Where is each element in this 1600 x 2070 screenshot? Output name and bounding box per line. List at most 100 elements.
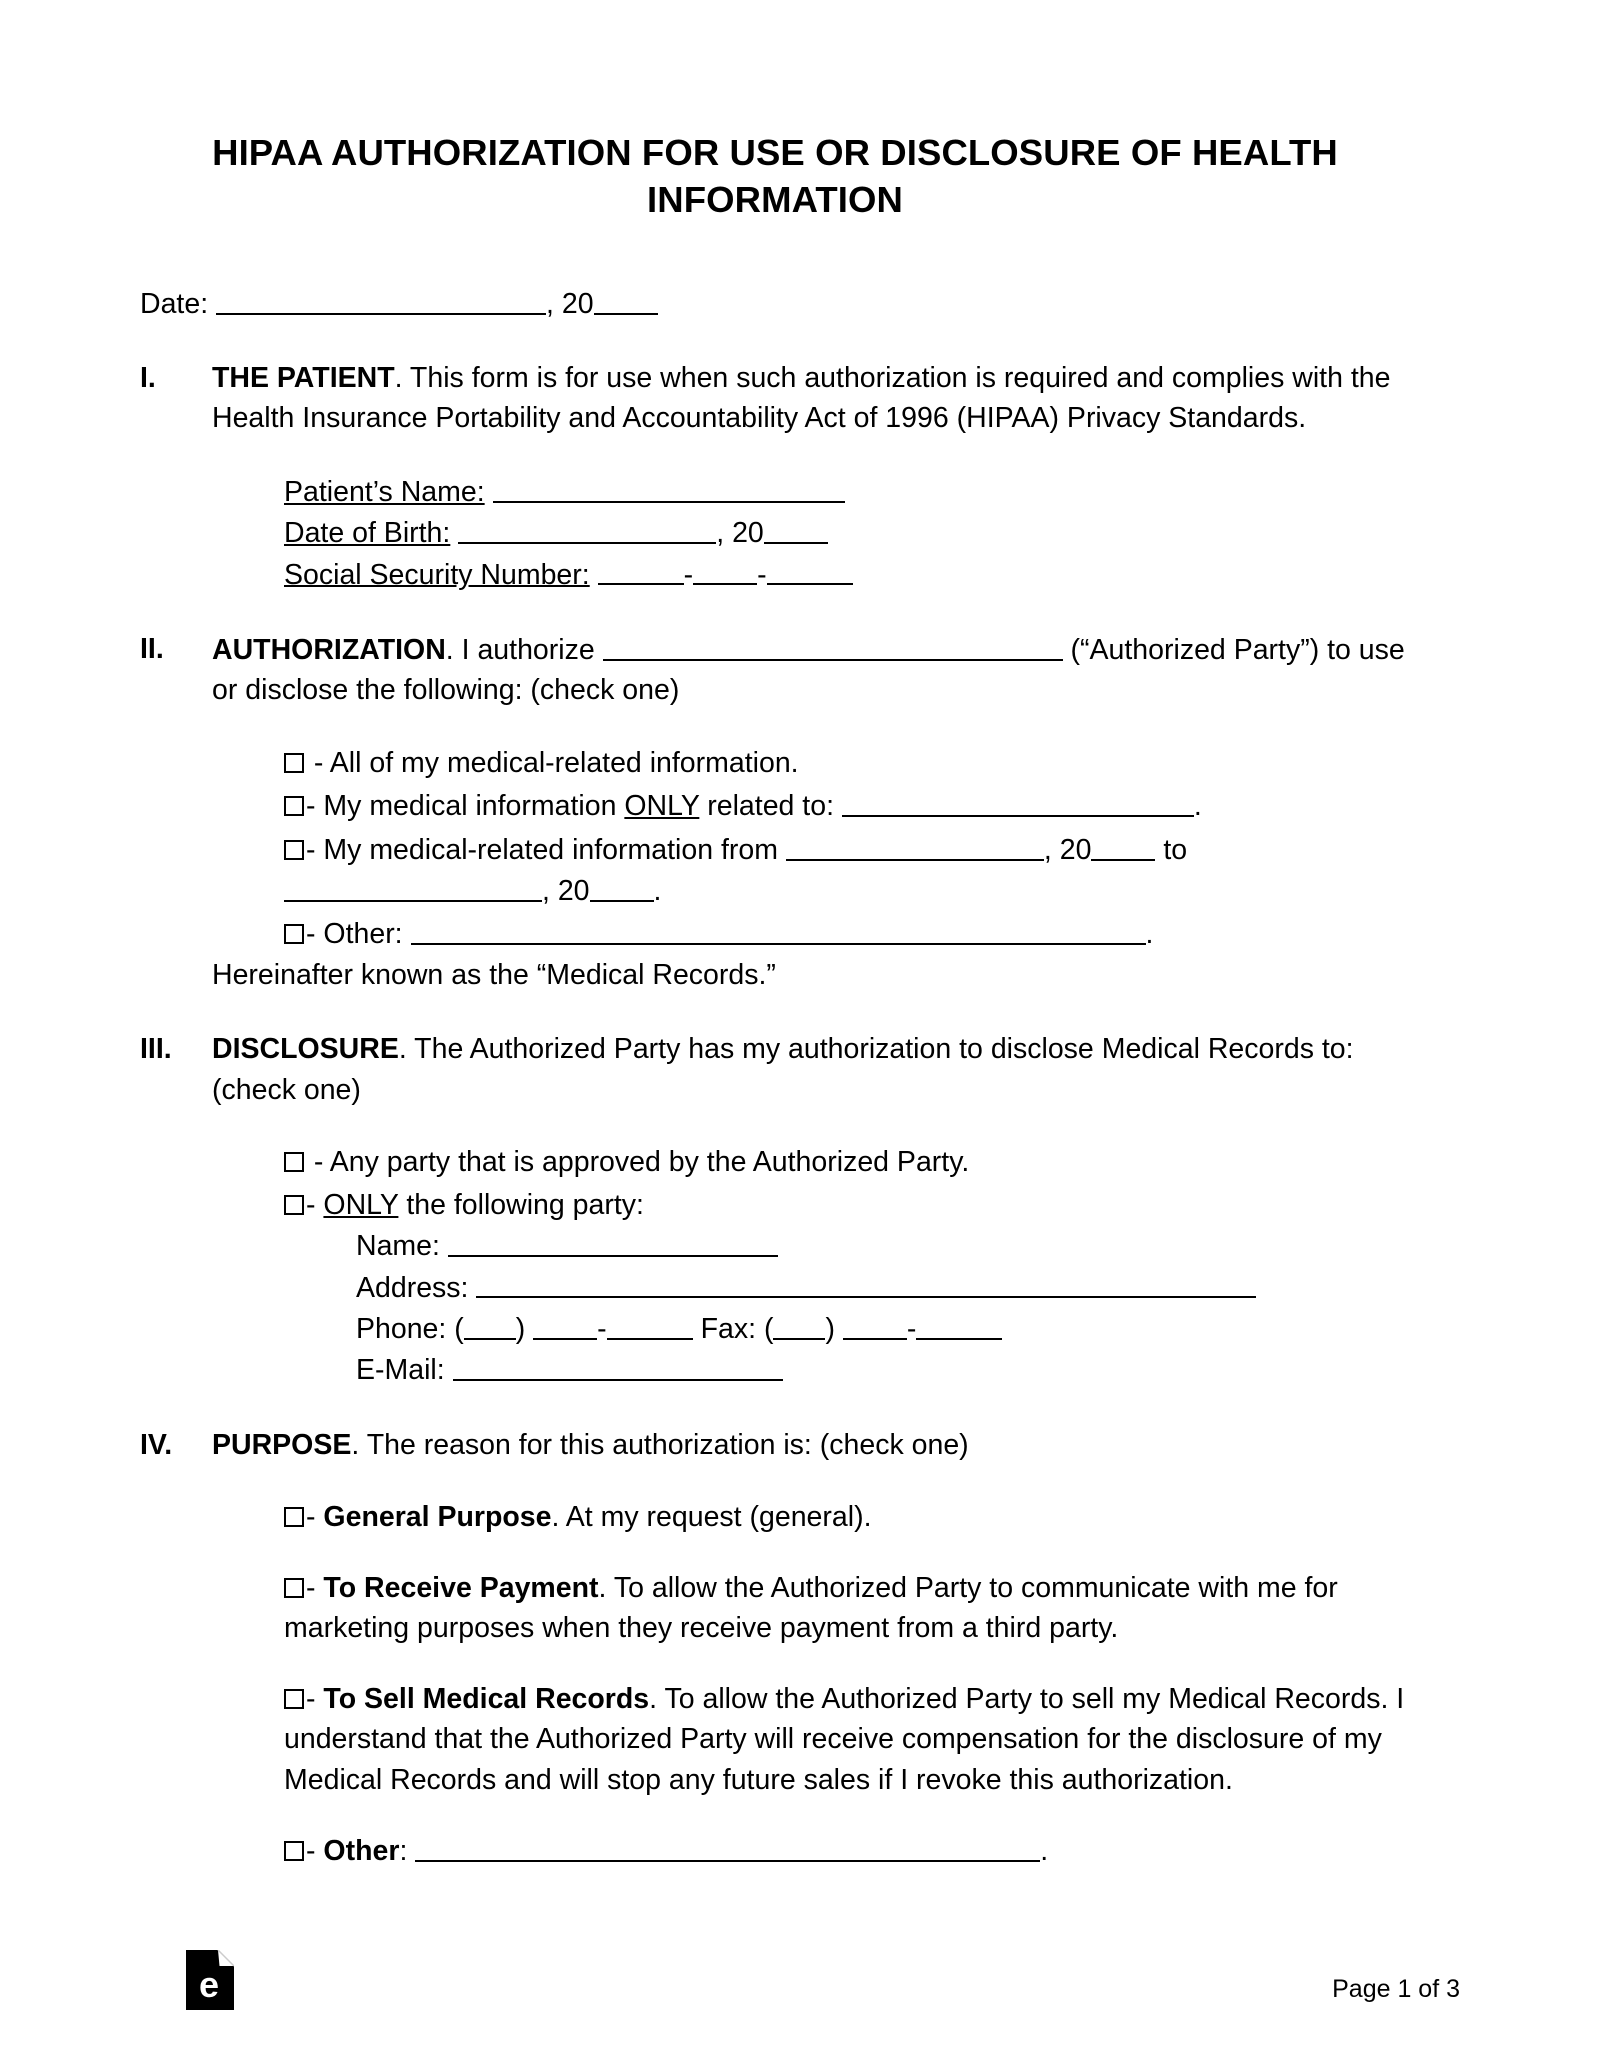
option-to-receive-payment[interactable]: - To Receive Payment. To allow the Autho… (284, 1568, 1410, 1649)
party-phone-prefix-input[interactable] (533, 1308, 598, 1340)
document-content: HIPAA AUTHORIZATION FOR USE OR DISCLOSUR… (140, 130, 1410, 1871)
option-purpose-other-colon: : (399, 1834, 416, 1867)
party-fax-area-input[interactable] (773, 1308, 826, 1340)
checkbox-icon[interactable] (284, 1194, 304, 1215)
page-number: Page 1 of 3 (1332, 1975, 1460, 2003)
date-line: Date: , 20 (140, 283, 1410, 323)
option-any-approved-party-label: - Any party that is approved by the Auth… (313, 1146, 970, 1179)
option-range-end: . (653, 874, 662, 907)
option-general-dash: - (306, 1501, 324, 1534)
option-to-sell-medical-records[interactable]: - To Sell Medical Records. To allow the … (284, 1679, 1410, 1800)
authorized-party-input[interactable] (602, 629, 1063, 661)
date-of-birth-row: Date of Birth: , 20 (284, 512, 1410, 553)
party-fax-prefix-input[interactable] (842, 1308, 907, 1340)
dob-year-input[interactable] (763, 512, 828, 545)
dob-year-prefix: , 20 (716, 517, 764, 550)
party-name-label: Name: (356, 1230, 440, 1263)
party-address-label: Address: (356, 1271, 469, 1304)
option-medical-info-only[interactable]: - My medical information ONLY related to… (284, 785, 1410, 826)
disclosure-party-fields: Name: Address: Phone: () - Fax: () - E-M… (356, 1225, 1410, 1391)
ssn-part-3-input[interactable] (766, 554, 853, 586)
party-fax-sep: - (906, 1312, 917, 1345)
option-only-end: . (1193, 790, 1202, 823)
option-purpose-other[interactable]: - Other: . (284, 1830, 1410, 1871)
checkbox-icon[interactable] (284, 752, 304, 773)
party-phone-sep: - (597, 1312, 607, 1345)
ssn-label: Social Security Number: (284, 558, 590, 591)
checkbox-icon[interactable] (284, 1840, 304, 1861)
party-address-row: Address: (356, 1267, 1410, 1308)
option-all-medical-info-label: - All of my medical-related information. (313, 746, 799, 779)
party-phone-area-input[interactable] (463, 1308, 516, 1340)
section-authorization: II. AUTHORIZATION. I authorize (“Authori… (140, 629, 1410, 995)
range-from-year-input[interactable] (1091, 829, 1156, 861)
section-body-i: THE PATIENT. This form is for use when s… (212, 358, 1410, 595)
checkbox-icon[interactable] (284, 1507, 304, 1528)
party-address-input[interactable] (476, 1267, 1257, 1299)
party-name-input[interactable] (447, 1225, 778, 1258)
date-year-blank[interactable] (593, 283, 658, 316)
option-general-purpose-label: General Purpose (323, 1501, 552, 1534)
section-body-iv: PURPOSE. The reason for this authorizati… (212, 1425, 1410, 1872)
date-of-birth-label: Date of Birth: (284, 517, 451, 550)
option-any-approved-party[interactable]: - Any party that is approved by the Auth… (284, 1142, 1410, 1182)
section-purpose: IV. PURPOSE. The reason for this authori… (140, 1425, 1410, 1872)
party-email-input[interactable] (452, 1349, 783, 1382)
ssn-separator-1: - (683, 558, 694, 591)
section-numeral-iv: IV. (140, 1428, 173, 1461)
ssn-row: Social Security Number: - - (284, 554, 1410, 595)
section-disclosure: III. DISCLOSURE. The Authorized Party ha… (140, 1029, 1410, 1390)
party-phone-label: Phone: ( (356, 1312, 464, 1345)
option-medical-info-date-range[interactable]: - My medical-related information from , … (284, 829, 1410, 912)
option-only-party-pre: - (306, 1188, 324, 1221)
option-other-authorization[interactable]: - Other: . (284, 913, 1410, 954)
option-purpose-other-end: . (1040, 1834, 1049, 1867)
option-only-following-party[interactable]: - ONLY the following party: (284, 1185, 1410, 1225)
option-general-purpose[interactable]: - General Purpose. At my request (genera… (284, 1497, 1410, 1537)
party-fax-close: ) (825, 1312, 843, 1345)
option-only-related-input[interactable] (841, 785, 1194, 818)
eforms-logo-icon: e (186, 1949, 235, 2010)
checkbox-icon[interactable] (284, 1152, 304, 1173)
ssn-part-2-input[interactable] (693, 554, 758, 586)
option-purpose-other-input[interactable] (415, 1830, 1041, 1862)
option-all-medical-info[interactable]: - All of my medical-related information. (284, 743, 1410, 783)
hereinafter-statement: Hereinafter known as the “Medical Record… (212, 958, 776, 991)
option-other-input[interactable] (410, 913, 1146, 946)
party-name-row: Name: (356, 1225, 1410, 1266)
section-the-patient: I. THE PATIENT. This form is for use whe… (140, 358, 1410, 595)
page-title: HIPAA AUTHORIZATION FOR USE OR DISCLOSUR… (212, 132, 1338, 220)
option-other-end: . (1145, 918, 1154, 951)
patient-name-row: Patient’s Name: (284, 471, 1410, 512)
party-phone-line-input[interactable] (606, 1308, 693, 1340)
checkbox-icon[interactable] (284, 796, 304, 817)
option-range-to: to (1155, 833, 1188, 866)
party-phone-close: ) (515, 1312, 534, 1345)
authorization-options: - All of my medical-related information.… (284, 743, 1410, 955)
option-range-pre: - My medical-related information from (306, 833, 786, 866)
range-to-date-input[interactable] (284, 870, 542, 902)
date-of-birth-input[interactable] (458, 512, 717, 545)
checkbox-icon[interactable] (284, 924, 304, 945)
section-ii-text-pre: . I authorize (445, 633, 603, 666)
range-from-date-input[interactable] (785, 829, 1044, 861)
range-to-year-input[interactable] (589, 870, 654, 902)
document-page: HIPAA AUTHORIZATION FOR USE OR DISCLOSUR… (0, 0, 1600, 2070)
section-iv-heading: PURPOSE (212, 1428, 352, 1461)
option-purpose-other-dash: - (306, 1834, 324, 1867)
option-other-label: - Other: (306, 918, 411, 951)
option-sell-dash: - (306, 1682, 324, 1715)
ssn-part-1-input[interactable] (597, 554, 684, 586)
checkbox-icon[interactable] (284, 1688, 304, 1709)
patient-fields: Patient’s Name: Date of Birth: , 20 Soci… (284, 471, 1410, 595)
patient-name-input[interactable] (492, 471, 845, 503)
party-fax-line-input[interactable] (916, 1308, 1003, 1340)
checkbox-icon[interactable] (284, 839, 304, 860)
date-blank[interactable] (216, 283, 547, 316)
option-to-sell-medical-records-label: To Sell Medical Records (323, 1682, 650, 1715)
date-label: Date: (140, 288, 209, 321)
option-to-receive-payment-label: To Receive Payment (323, 1571, 599, 1604)
checkbox-icon[interactable] (284, 1577, 304, 1598)
svg-text:e: e (199, 1964, 219, 2005)
party-email-row: E-Mail: (356, 1349, 1410, 1390)
